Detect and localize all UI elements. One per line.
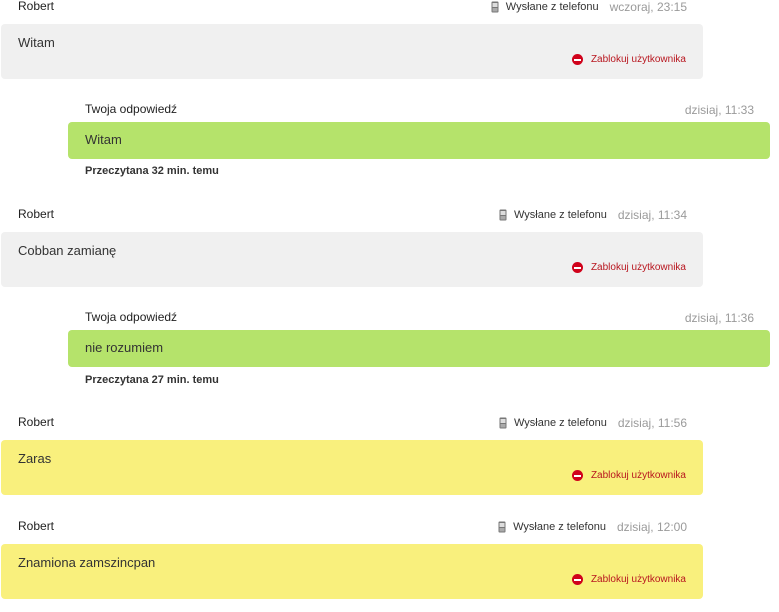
device-label: Wysłane z telefonu: [513, 521, 606, 533]
message-text: Witam: [85, 132, 122, 147]
block-user-button[interactable]: Zablokuj użytkownika: [571, 470, 686, 481]
mobile-phone-icon: [491, 1, 499, 13]
message-timestamp: dzisiaj, 11:34: [617, 208, 687, 222]
message-sender: Robert: [18, 0, 55, 13]
message-text: Zaras: [18, 451, 52, 466]
message-sender: Robert: [18, 519, 55, 533]
read-status: Przeczytana 32 min. temu: [85, 165, 219, 177]
mobile-phone-icon: [499, 209, 507, 221]
message-bubble-incoming: Cobban zamianę Zablokuj użytkownika: [1, 232, 703, 287]
mobile-phone-icon: [499, 417, 507, 429]
message-text: nie rozumiem: [85, 340, 164, 355]
read-status: Przeczytana 27 min. temu: [85, 374, 219, 386]
device-label: Wysłane z telefonu: [514, 417, 607, 429]
block-user-button[interactable]: Zablokuj użytkownika: [571, 574, 686, 585]
block-user-icon: [571, 54, 583, 65]
reply-sender: Twoja odpowiedź: [85, 310, 178, 324]
block-user-button[interactable]: Zablokuj użytkownika: [571, 262, 686, 273]
block-user-icon: [571, 470, 583, 481]
block-user-button[interactable]: Zablokuj użytkownika: [571, 54, 686, 65]
message-meta: Wysłane z telefonu dzisiaj, 11:34: [499, 208, 687, 222]
message-text: Cobban zamianę: [18, 243, 117, 258]
reply-sender: Twoja odpowiedź: [85, 102, 178, 116]
block-user-icon: [571, 574, 583, 585]
mobile-phone-icon: [498, 521, 506, 533]
message-text: Witam: [18, 35, 55, 50]
message-bubble-incoming: Witam Zablokuj użytkownika: [1, 24, 703, 79]
message-timestamp: dzisiaj, 11:33: [684, 103, 754, 117]
message-bubble-outgoing: Witam: [68, 122, 770, 159]
message-bubble-incoming: Zaras Zablokuj użytkownika: [1, 440, 703, 495]
message-text: Znamiona zamszincpan: [18, 555, 156, 570]
message-timestamp: dzisiaj, 12:00: [616, 520, 687, 534]
block-user-label: Zablokuj użytkownika: [590, 262, 686, 273]
block-user-label: Zablokuj użytkownika: [590, 54, 686, 65]
message-meta: Wysłane z telefonu dzisiaj, 11:56: [499, 416, 687, 430]
block-user-icon: [571, 262, 583, 273]
message-timestamp: dzisiaj, 11:56: [617, 416, 687, 430]
message-sender: Robert: [18, 415, 55, 429]
message-timestamp: wczoraj, 23:15: [609, 0, 687, 14]
message-meta: Wysłane z telefonu wczoraj, 23:15: [491, 0, 687, 14]
message-bubble-outgoing: nie rozumiem: [68, 330, 770, 367]
message-sender: Robert: [18, 207, 55, 221]
message-timestamp: dzisiaj, 11:36: [684, 311, 754, 325]
device-label: Wysłane z telefonu: [514, 209, 607, 221]
message-meta: Wysłane z telefonu dzisiaj, 12:00: [498, 520, 687, 534]
device-label: Wysłane z telefonu: [505, 1, 599, 13]
block-user-label: Zablokuj użytkownika: [590, 470, 686, 481]
message-bubble-incoming: Znamiona zamszincpan Zablokuj użytkownik…: [1, 544, 703, 599]
block-user-label: Zablokuj użytkownika: [590, 574, 686, 585]
